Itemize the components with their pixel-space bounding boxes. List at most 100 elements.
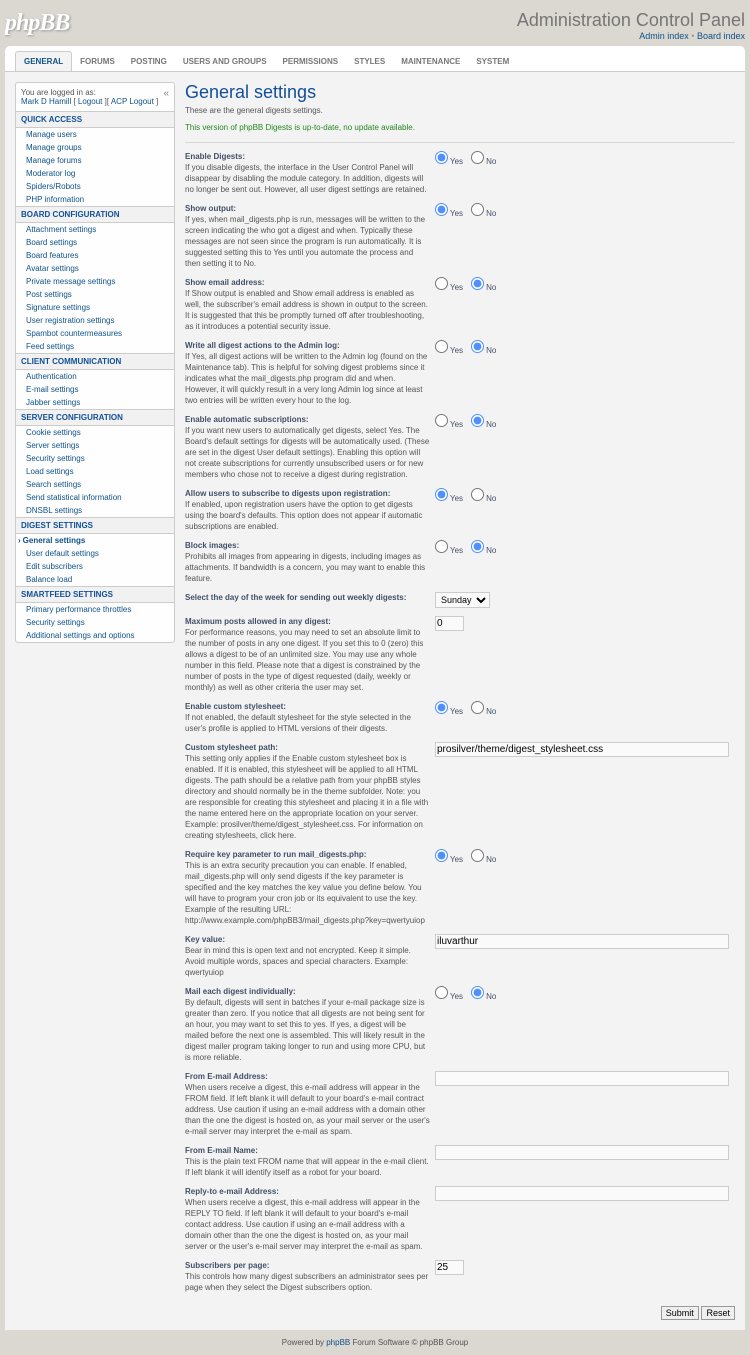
- radio-yes[interactable]: [435, 701, 448, 714]
- acp-logout-link[interactable]: ACP Logout: [111, 97, 154, 106]
- setting-desc: If you disable digests, the interface in…: [185, 163, 426, 194]
- submit-button[interactable]: [661, 1306, 699, 1320]
- nav-item[interactable]: Security settings: [16, 452, 174, 465]
- radio-yes[interactable]: [435, 151, 448, 164]
- tab-maintenance[interactable]: MAINTENANCE: [393, 52, 468, 71]
- text-input[interactable]: [435, 934, 729, 949]
- main-tabs: GENERALFORUMSPOSTINGUSERS AND GROUPSPERM…: [5, 46, 745, 71]
- nav-item[interactable]: Signature settings: [16, 301, 174, 314]
- nav-item[interactable]: Board settings: [16, 236, 174, 249]
- page-header-title: Administration Control Panel: [517, 10, 745, 31]
- nav-item[interactable]: Attachment settings: [16, 223, 174, 236]
- text-input[interactable]: [435, 1145, 729, 1160]
- radio-yes[interactable]: [435, 986, 448, 999]
- radio-no[interactable]: [471, 488, 484, 501]
- tab-forums[interactable]: FORUMS: [72, 52, 123, 71]
- nav-item[interactable]: DNSBL settings: [16, 504, 174, 517]
- tab-styles[interactable]: STYLES: [346, 52, 393, 71]
- text-input[interactable]: [435, 1186, 729, 1201]
- nav-item[interactable]: Balance load: [16, 573, 174, 586]
- setting-label: From E-mail Name:: [185, 1146, 258, 1155]
- text-input[interactable]: [435, 1260, 464, 1275]
- radio-yes[interactable]: [435, 340, 448, 353]
- setting-label: Reply-to e-mail Address:: [185, 1187, 279, 1196]
- tab-general[interactable]: GENERAL: [15, 51, 72, 71]
- nav-item[interactable]: PHP information: [16, 193, 174, 206]
- sidebar-collapse-icon[interactable]: «: [163, 88, 169, 99]
- nav-item[interactable]: Feed settings: [16, 340, 174, 353]
- nav-item[interactable]: Manage forums: [16, 154, 174, 167]
- day-select[interactable]: Sunday: [435, 592, 490, 608]
- nav-item[interactable]: Send statistical information: [16, 491, 174, 504]
- board-index-link[interactable]: Board index: [697, 31, 745, 41]
- nav-item[interactable]: Private message settings: [16, 275, 174, 288]
- radio-no[interactable]: [471, 277, 484, 290]
- nav-item[interactable]: Jabber settings: [16, 396, 174, 409]
- radio-yes[interactable]: [435, 277, 448, 290]
- nav-item[interactable]: Spambot countermeasures: [16, 327, 174, 340]
- nav-item[interactable]: User registration settings: [16, 314, 174, 327]
- nav-item[interactable]: E-mail settings: [16, 383, 174, 396]
- reset-button[interactable]: [701, 1306, 735, 1320]
- nav-item[interactable]: Avatar settings: [16, 262, 174, 275]
- page-title: General settings: [185, 82, 735, 103]
- nav-item[interactable]: Security settings: [16, 616, 174, 629]
- radio-yes[interactable]: [435, 488, 448, 501]
- setting-label: Write all digest actions to the Admin lo…: [185, 341, 340, 350]
- radio-yes[interactable]: [435, 203, 448, 216]
- setting-label: Require key parameter to run mail_digest…: [185, 850, 366, 859]
- nav-item[interactable]: Cookie settings: [16, 426, 174, 439]
- radio-yes[interactable]: [435, 414, 448, 427]
- nav-item[interactable]: Additional settings and options: [16, 629, 174, 642]
- setting-label: Show email address:: [185, 278, 265, 287]
- nav-item[interactable]: General settings: [16, 534, 174, 547]
- setting-desc: This is an extra security precaution you…: [185, 861, 425, 925]
- tab-permissions[interactable]: PERMISSIONS: [275, 52, 347, 71]
- admin-index-link[interactable]: Admin index: [639, 31, 689, 41]
- logout-link[interactable]: Logout: [78, 97, 102, 106]
- nav-item[interactable]: Manage users: [16, 128, 174, 141]
- setting-desc: If you want new users to automatically g…: [185, 426, 429, 479]
- nav-item[interactable]: Authentication: [16, 370, 174, 383]
- setting-label: Enable automatic subscriptions:: [185, 415, 309, 424]
- radio-no[interactable]: [471, 414, 484, 427]
- nav-item[interactable]: Server settings: [16, 439, 174, 452]
- setting-label: Show output:: [185, 204, 236, 213]
- radio-no[interactable]: [471, 203, 484, 216]
- text-input[interactable]: [435, 616, 464, 631]
- radio-no[interactable]: [471, 701, 484, 714]
- nav-item[interactable]: Manage groups: [16, 141, 174, 154]
- nav-category: CLIENT COMMUNICATION: [16, 353, 174, 370]
- nav-item[interactable]: Spiders/Robots: [16, 180, 174, 193]
- radio-no[interactable]: [471, 340, 484, 353]
- phpbb-link[interactable]: phpBB: [326, 1338, 350, 1347]
- setting-desc: Prohibits all images from appearing in d…: [185, 552, 425, 583]
- setting-desc: This is the plain text FROM name that wi…: [185, 1157, 429, 1177]
- nav-item[interactable]: Primary performance throttles: [16, 603, 174, 616]
- radio-no[interactable]: [471, 986, 484, 999]
- nav-item[interactable]: Board features: [16, 249, 174, 262]
- radio-no[interactable]: [471, 540, 484, 553]
- page-subtitle: These are the general digests settings.: [185, 106, 735, 115]
- setting-label: From E-mail Address:: [185, 1072, 268, 1081]
- setting-desc: When users receive a digest, this e-mail…: [185, 1198, 423, 1251]
- tab-system[interactable]: SYSTEM: [468, 52, 517, 71]
- setting-desc: If Show output is enabled and Show email…: [185, 289, 428, 331]
- tab-users-and-groups[interactable]: USERS AND GROUPS: [175, 52, 275, 71]
- phpbb-logo: phpBB: [5, 10, 69, 37]
- radio-yes[interactable]: [435, 849, 448, 862]
- text-input[interactable]: [435, 742, 729, 757]
- nav-item[interactable]: Edit subscribers: [16, 560, 174, 573]
- radio-yes[interactable]: [435, 540, 448, 553]
- setting-desc: When users receive a digest, this e-mail…: [185, 1083, 430, 1136]
- nav-item[interactable]: Post settings: [16, 288, 174, 301]
- tab-posting[interactable]: POSTING: [123, 52, 175, 71]
- user-link[interactable]: Mark D Hamill: [21, 97, 71, 106]
- radio-no[interactable]: [471, 151, 484, 164]
- nav-item[interactable]: Search settings: [16, 478, 174, 491]
- nav-item[interactable]: Moderator log: [16, 167, 174, 180]
- nav-item[interactable]: User default settings: [16, 547, 174, 560]
- text-input[interactable]: [435, 1071, 729, 1086]
- radio-no[interactable]: [471, 849, 484, 862]
- nav-item[interactable]: Load settings: [16, 465, 174, 478]
